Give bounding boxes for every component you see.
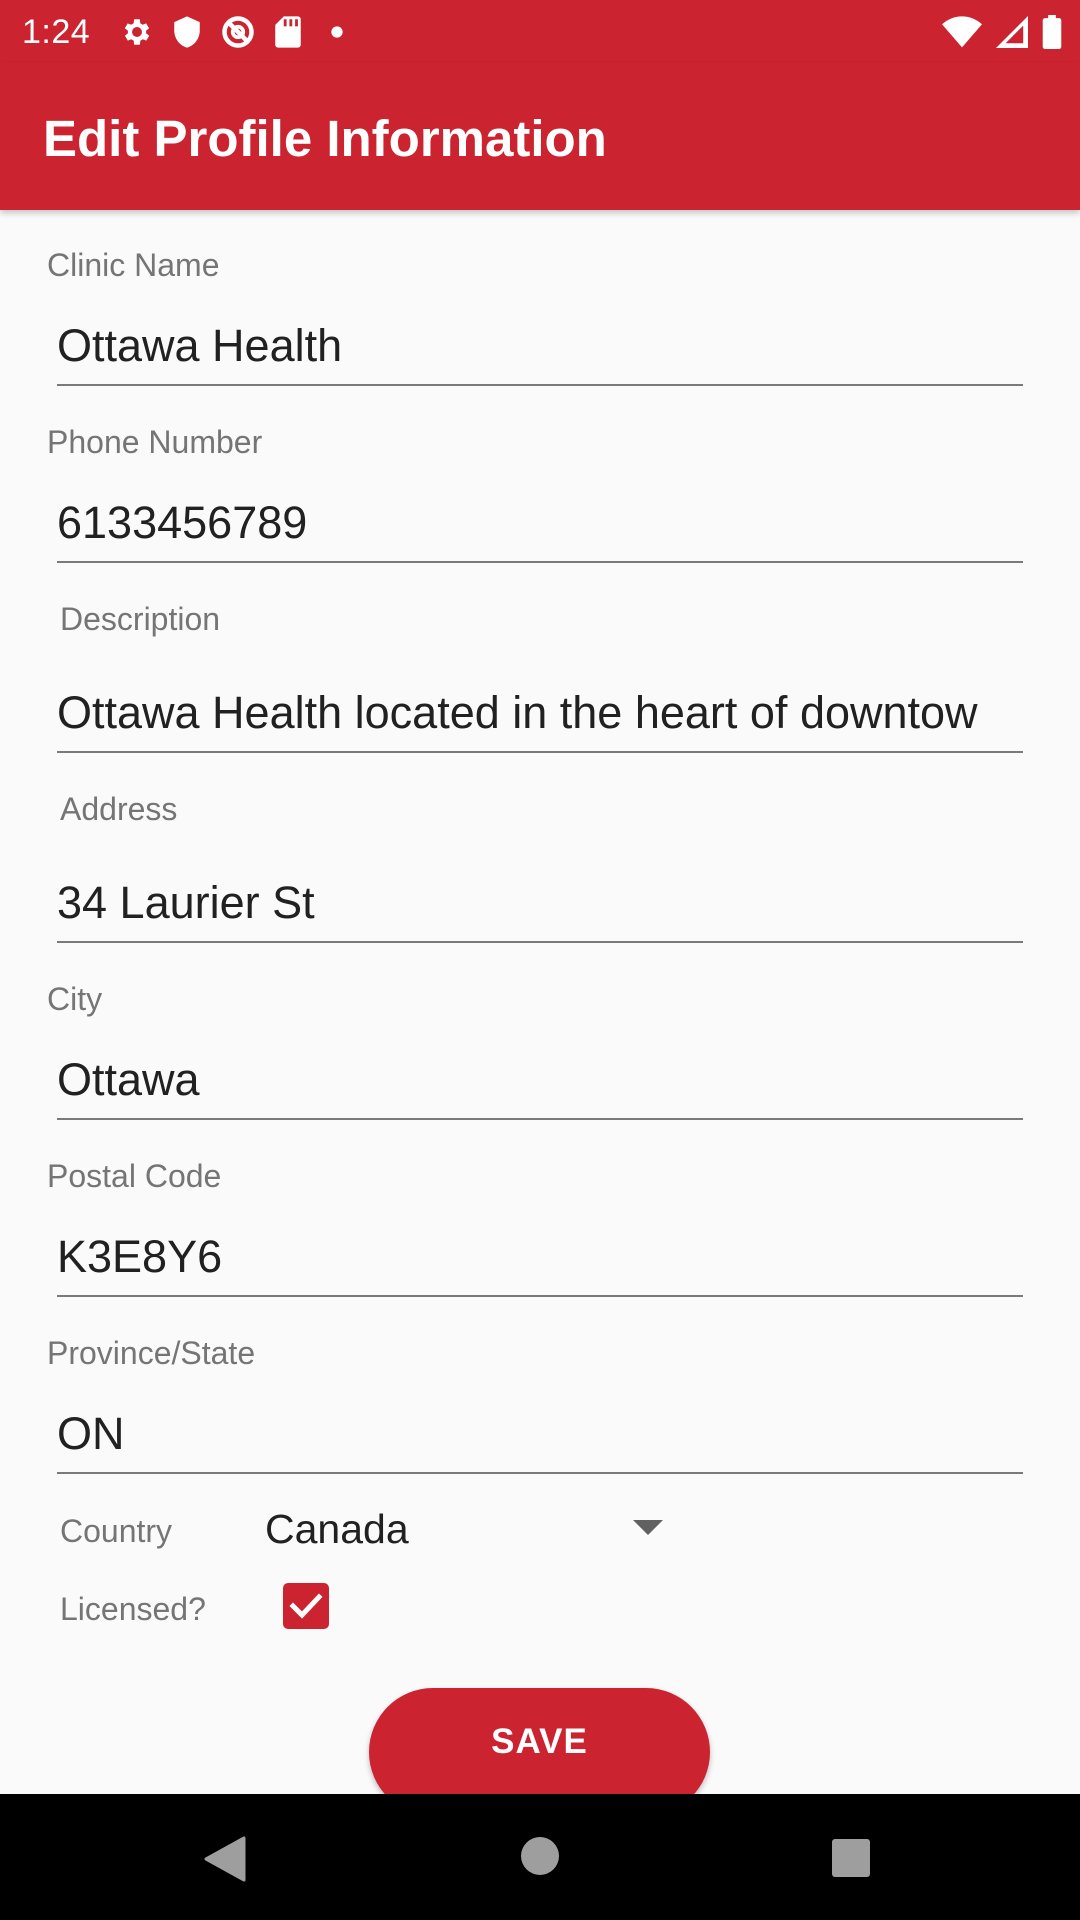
blocked-icon xyxy=(220,14,256,50)
shield-icon xyxy=(172,15,202,49)
cell-signal-icon xyxy=(996,16,1028,48)
dot-icon xyxy=(320,15,354,49)
status-icons-right xyxy=(942,12,1062,52)
country-label: Country xyxy=(60,1513,173,1549)
city-label: City xyxy=(47,981,103,1017)
postal-code-label: Postal Code xyxy=(47,1158,222,1194)
status-time: 1:24 xyxy=(22,13,91,51)
postal-code-input[interactable] xyxy=(57,1225,1023,1297)
country-dropdown[interactable]: Canada xyxy=(265,1500,665,1556)
page-title: Edit Profile Information xyxy=(43,110,607,167)
phone-number-input[interactable] xyxy=(57,491,1023,563)
status-icons-left xyxy=(120,12,354,52)
description-label: Description xyxy=(60,601,221,637)
sd-card-icon xyxy=(274,15,302,49)
app-bar: Edit Profile Information xyxy=(0,63,1080,210)
licensed-label: Licensed? xyxy=(60,1591,206,1627)
clinic-name-input[interactable] xyxy=(57,314,1023,386)
clinic-name-label: Clinic Name xyxy=(47,247,220,283)
address-label: Address xyxy=(60,791,178,827)
city-input[interactable] xyxy=(57,1048,1023,1120)
description-input[interactable] xyxy=(57,681,1023,753)
recents-icon[interactable] xyxy=(831,1838,871,1883)
dropdown-arrow-icon xyxy=(633,1520,663,1535)
wifi-icon xyxy=(942,16,982,48)
gear-icon xyxy=(120,15,154,49)
checkmark-icon xyxy=(289,1593,323,1619)
province-state-label: Province/State xyxy=(47,1335,256,1371)
status-bar: 1:24 xyxy=(0,0,1080,63)
navigation-bar xyxy=(0,1794,1080,1920)
country-selected-value: Canada xyxy=(265,1506,409,1552)
licensed-checkbox[interactable] xyxy=(283,1583,329,1629)
back-icon[interactable] xyxy=(204,1836,246,1887)
home-icon[interactable] xyxy=(520,1836,560,1881)
phone-number-label: Phone Number xyxy=(47,424,263,460)
address-input[interactable] xyxy=(57,871,1023,943)
province-state-input[interactable] xyxy=(57,1402,1023,1474)
battery-icon xyxy=(1042,15,1062,49)
